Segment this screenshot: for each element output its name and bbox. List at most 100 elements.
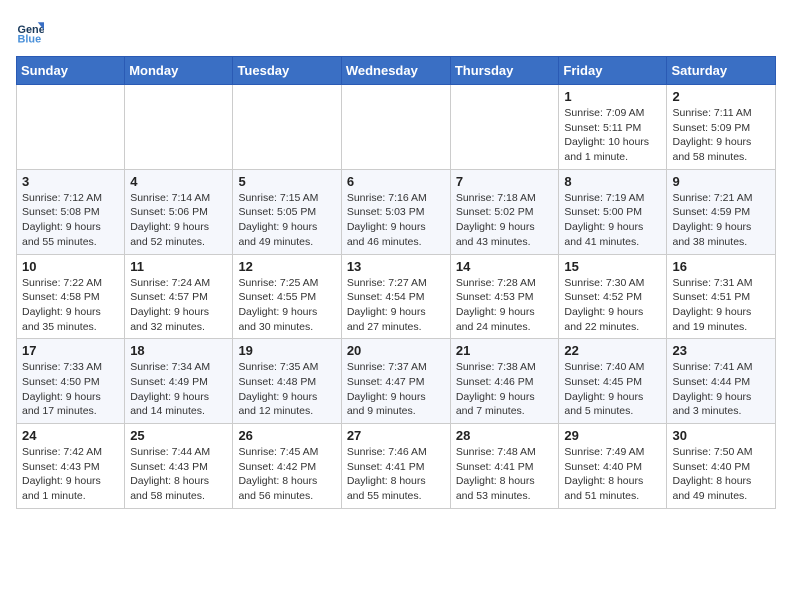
calendar-cell: 21 Sunrise: 7:38 AM Sunset: 4:46 PM Dayli…: [450, 339, 559, 424]
calendar-cell: 4 Sunrise: 7:14 AM Sunset: 5:06 PM Daylig…: [125, 169, 233, 254]
day-info: Sunrise: 7:30 AM Sunset: 4:52 PM Dayligh…: [564, 276, 661, 335]
calendar-cell: 15 Sunrise: 7:30 AM Sunset: 4:52 PM Dayli…: [559, 254, 667, 339]
day-info: Sunrise: 7:42 AM Sunset: 4:43 PM Dayligh…: [22, 445, 119, 504]
day-info: Sunrise: 7:09 AM Sunset: 5:11 PM Dayligh…: [564, 106, 661, 165]
day-number: 28: [456, 428, 554, 443]
day-number: 6: [347, 174, 445, 189]
week-row-1: 1 Sunrise: 7:09 AM Sunset: 5:11 PM Daylig…: [17, 85, 776, 170]
weekday-header-saturday: Saturday: [667, 57, 776, 85]
calendar-cell: 20 Sunrise: 7:37 AM Sunset: 4:47 PM Dayli…: [341, 339, 450, 424]
day-info: Sunrise: 7:46 AM Sunset: 4:41 PM Dayligh…: [347, 445, 445, 504]
day-info: Sunrise: 7:14 AM Sunset: 5:06 PM Dayligh…: [130, 191, 227, 250]
day-info: Sunrise: 7:38 AM Sunset: 4:46 PM Dayligh…: [456, 360, 554, 419]
day-number: 12: [238, 259, 335, 274]
day-info: Sunrise: 7:19 AM Sunset: 5:00 PM Dayligh…: [564, 191, 661, 250]
week-row-5: 24 Sunrise: 7:42 AM Sunset: 4:43 PM Dayli…: [17, 424, 776, 509]
calendar-cell: 19Sunrise: 7:35 AM Sunset: 4:48 PM Dayli…: [233, 339, 341, 424]
day-info: Sunrise: 7:21 AM Sunset: 4:59 PM Dayligh…: [672, 191, 770, 250]
calendar-cell: 6 Sunrise: 7:16 AM Sunset: 5:03 PM Daylig…: [341, 169, 450, 254]
day-info: Sunrise: 7:25 AM Sunset: 4:55 PM Dayligh…: [238, 276, 335, 335]
calendar-cell: [233, 85, 341, 170]
calendar-cell: [450, 85, 559, 170]
day-number: 23: [672, 343, 770, 358]
calendar-cell: 24 Sunrise: 7:42 AM Sunset: 4:43 PM Dayli…: [17, 424, 125, 509]
day-info: Sunrise: 7:18 AM Sunset: 5:02 PM Dayligh…: [456, 191, 554, 250]
calendar-cell: 25 Sunrise: 7:44 AM Sunset: 4:43 PM Dayli…: [125, 424, 233, 509]
calendar-cell: 26Sunrise: 7:45 AM Sunset: 4:42 PM Dayli…: [233, 424, 341, 509]
day-info: Sunrise: 7:16 AM Sunset: 5:03 PM Dayligh…: [347, 191, 445, 250]
calendar-cell: 8 Sunrise: 7:19 AM Sunset: 5:00 PM Daylig…: [559, 169, 667, 254]
weekday-header-tuesday: Tuesday: [233, 57, 341, 85]
day-info: Sunrise: 7:34 AM Sunset: 4:49 PM Dayligh…: [130, 360, 227, 419]
day-number: 25: [130, 428, 227, 443]
calendar-cell: 13Sunrise: 7:27 AM Sunset: 4:54 PM Dayli…: [341, 254, 450, 339]
day-info: Sunrise: 7:33 AM Sunset: 4:50 PM Dayligh…: [22, 360, 119, 419]
calendar-cell: 16 Sunrise: 7:31 AM Sunset: 4:51 PM Dayli…: [667, 254, 776, 339]
svg-text:Blue: Blue: [18, 33, 42, 44]
day-info: Sunrise: 7:44 AM Sunset: 4:43 PM Dayligh…: [130, 445, 227, 504]
day-number: 14: [456, 259, 554, 274]
week-row-2: 3 Sunrise: 7:12 AM Sunset: 5:08 PM Daylig…: [17, 169, 776, 254]
calendar-cell: 5 Sunrise: 7:15 AM Sunset: 5:05 PM Daylig…: [233, 169, 341, 254]
day-number: 2: [672, 89, 770, 104]
day-info: Sunrise: 7:22 AM Sunset: 4:58 PM Dayligh…: [22, 276, 119, 335]
calendar-cell: 14Sunrise: 7:28 AM Sunset: 4:53 PM Dayli…: [450, 254, 559, 339]
day-info: Sunrise: 7:41 AM Sunset: 4:44 PM Dayligh…: [672, 360, 770, 419]
header: General Blue: [16, 16, 776, 44]
day-number: 5: [238, 174, 335, 189]
day-number: 20: [347, 343, 445, 358]
calendar-cell: 27 Sunrise: 7:46 AM Sunset: 4:41 PM Dayli…: [341, 424, 450, 509]
calendar-cell: 17 Sunrise: 7:33 AM Sunset: 4:50 PM Dayli…: [17, 339, 125, 424]
day-number: 13: [347, 259, 445, 274]
day-info: Sunrise: 7:15 AM Sunset: 5:05 PM Dayligh…: [238, 191, 335, 250]
weekday-header-row: SundayMondayTuesdayWednesdayThursdayFrid…: [17, 57, 776, 85]
day-number: 24: [22, 428, 119, 443]
day-info: Sunrise: 7:37 AM Sunset: 4:47 PM Dayligh…: [347, 360, 445, 419]
day-number: 30: [672, 428, 770, 443]
day-info: Sunrise: 7:31 AM Sunset: 4:51 PM Dayligh…: [672, 276, 770, 335]
calendar-cell: 11Sunrise: 7:24 AM Sunset: 4:57 PM Dayli…: [125, 254, 233, 339]
calendar-cell: 22Sunrise: 7:40 AM Sunset: 4:45 PM Dayli…: [559, 339, 667, 424]
calendar-cell: 7 Sunrise: 7:18 AM Sunset: 5:02 PM Daylig…: [450, 169, 559, 254]
day-number: 7: [456, 174, 554, 189]
logo-icon: General Blue: [16, 16, 44, 44]
calendar-cell: 12 Sunrise: 7:25 AM Sunset: 4:55 PM Dayli…: [233, 254, 341, 339]
calendar-cell: 10 Sunrise: 7:22 AM Sunset: 4:58 PM Dayli…: [17, 254, 125, 339]
calendar-cell: 2 Sunrise: 7:11 AM Sunset: 5:09 PM Daylig…: [667, 85, 776, 170]
day-number: 3: [22, 174, 119, 189]
day-number: 18: [130, 343, 227, 358]
calendar-cell: [125, 85, 233, 170]
day-number: 27: [347, 428, 445, 443]
day-number: 19: [238, 343, 335, 358]
day-info: Sunrise: 7:12 AM Sunset: 5:08 PM Dayligh…: [22, 191, 119, 250]
calendar-cell: 3 Sunrise: 7:12 AM Sunset: 5:08 PM Daylig…: [17, 169, 125, 254]
calendar-table: SundayMondayTuesdayWednesdayThursdayFrid…: [16, 56, 776, 509]
calendar-cell: 28Sunrise: 7:48 AM Sunset: 4:41 PM Dayli…: [450, 424, 559, 509]
day-number: 22: [564, 343, 661, 358]
day-number: 15: [564, 259, 661, 274]
calendar-cell: [341, 85, 450, 170]
day-number: 16: [672, 259, 770, 274]
weekday-header-friday: Friday: [559, 57, 667, 85]
week-row-4: 17 Sunrise: 7:33 AM Sunset: 4:50 PM Dayli…: [17, 339, 776, 424]
week-row-3: 10 Sunrise: 7:22 AM Sunset: 4:58 PM Dayli…: [17, 254, 776, 339]
calendar-cell: 29Sunrise: 7:49 AM Sunset: 4:40 PM Dayli…: [559, 424, 667, 509]
weekday-header-sunday: Sunday: [17, 57, 125, 85]
day-number: 17: [22, 343, 119, 358]
calendar-cell: 9 Sunrise: 7:21 AM Sunset: 4:59 PM Daylig…: [667, 169, 776, 254]
calendar-cell: 30 Sunrise: 7:50 AM Sunset: 4:40 PM Dayli…: [667, 424, 776, 509]
day-number: 10: [22, 259, 119, 274]
calendar-cell: [17, 85, 125, 170]
calendar-cell: 1 Sunrise: 7:09 AM Sunset: 5:11 PM Daylig…: [559, 85, 667, 170]
day-number: 21: [456, 343, 554, 358]
day-info: Sunrise: 7:11 AM Sunset: 5:09 PM Dayligh…: [672, 106, 770, 165]
day-info: Sunrise: 7:50 AM Sunset: 4:40 PM Dayligh…: [672, 445, 770, 504]
day-number: 11: [130, 259, 227, 274]
day-number: 1: [564, 89, 661, 104]
day-number: 8: [564, 174, 661, 189]
day-number: 9: [672, 174, 770, 189]
day-number: 4: [130, 174, 227, 189]
weekday-header-wednesday: Wednesday: [341, 57, 450, 85]
day-number: 29: [564, 428, 661, 443]
weekday-header-monday: Monday: [125, 57, 233, 85]
